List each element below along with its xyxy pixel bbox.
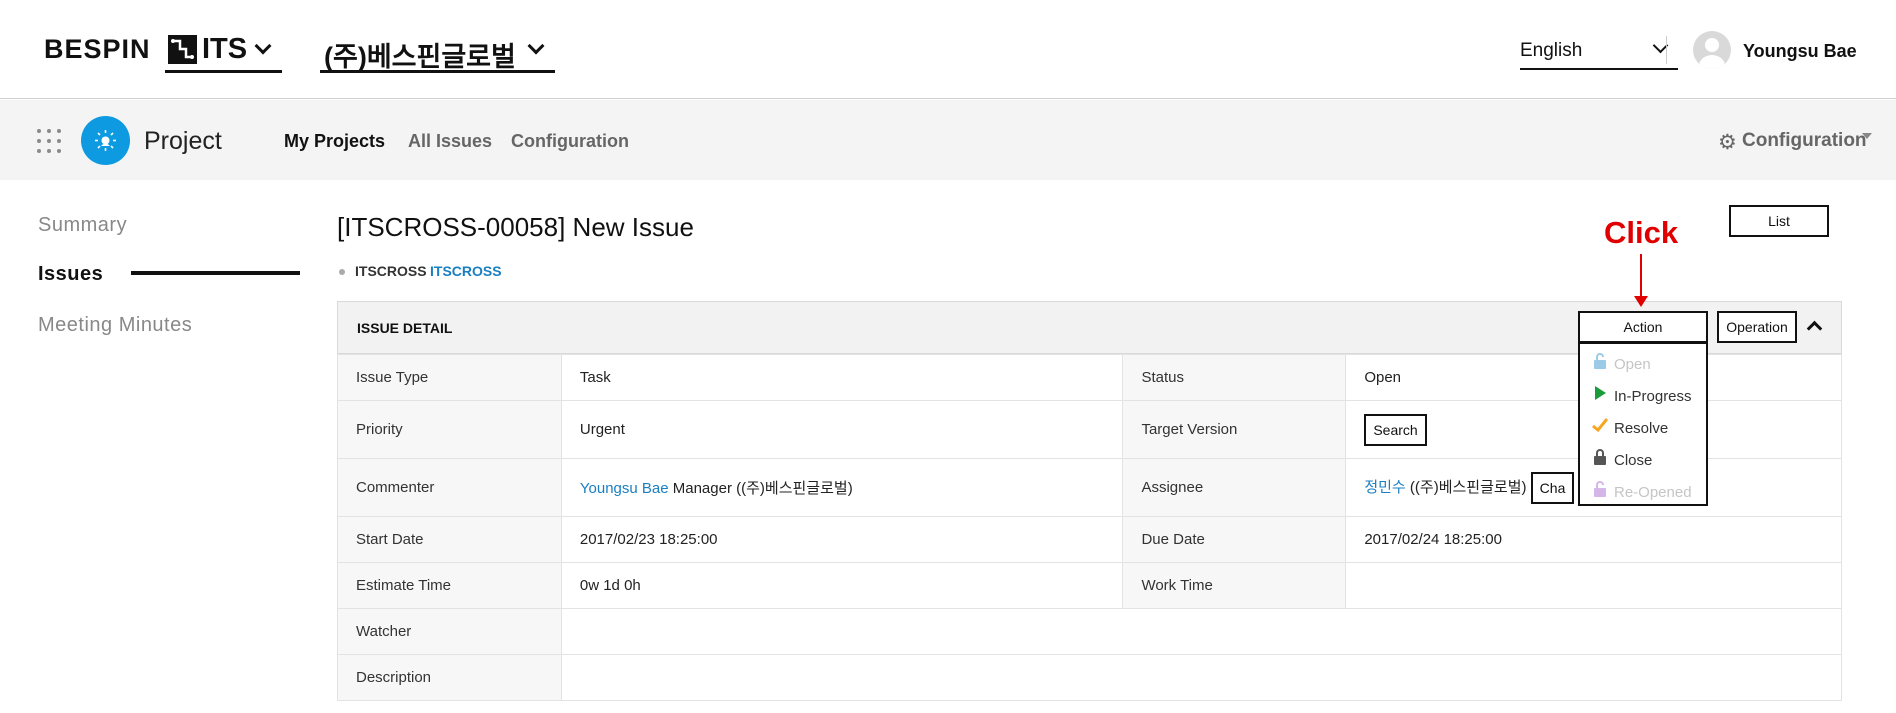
- chevron-down-icon: [527, 37, 545, 55]
- field-label: Watcher: [337, 608, 562, 655]
- active-indicator: [131, 271, 300, 275]
- unlock-icon: [1592, 353, 1608, 373]
- user-name[interactable]: Youngsu Bae: [1743, 41, 1857, 62]
- company-label: (주)베스핀글로벌: [324, 42, 516, 72]
- menu-item-resolve[interactable]: Resolve: [1592, 417, 1668, 437]
- tab-my-projects[interactable]: My Projects: [284, 131, 385, 152]
- commenter-cell: Youngsu Bae Manager ((주)베스핀글로벌): [560, 458, 1124, 517]
- field-label: Start Date: [337, 516, 562, 563]
- page-title: [ITSCROSS-00058] New Issue: [337, 212, 694, 242]
- tab-configuration[interactable]: Configuration: [511, 131, 629, 152]
- company-selector[interactable]: (주)베스핀글로벌: [320, 30, 555, 73]
- avatar[interactable]: [1693, 31, 1731, 69]
- start-date-value: 2017/02/23 18:25:00: [560, 516, 1124, 563]
- service-label: ITS: [202, 33, 248, 65]
- lock-icon: [1592, 449, 1608, 469]
- play-icon: [1592, 385, 1608, 405]
- field-label: Description: [337, 654, 562, 701]
- watcher-value: [560, 608, 1843, 655]
- description-value: [560, 654, 1843, 701]
- field-label: Issue Type: [337, 354, 562, 401]
- gear-icon: ⚙: [1718, 131, 1737, 154]
- top-header: BESPIN ITS (주)베스핀글로벌 English Youngsu Bae: [0, 0, 1896, 99]
- action-button[interactable]: Action: [1578, 311, 1708, 343]
- project-nav: Project My Projects All Issues Configura…: [0, 100, 1896, 180]
- caret-down-icon: [1862, 133, 1872, 139]
- field-label: Assignee: [1122, 458, 1347, 517]
- table-row: Estimate Time 0w 1d 0h Work Time: [337, 562, 1842, 609]
- field-label: Work Time: [1122, 562, 1347, 609]
- priority-value: Urgent: [560, 400, 1124, 459]
- chevron-down-icon: [254, 37, 272, 55]
- assignee-detail: ((주)베스핀글로벌): [1409, 478, 1527, 496]
- language-label: English: [1520, 40, 1583, 61]
- operation-button[interactable]: Operation: [1717, 311, 1797, 343]
- unlock-icon: [1592, 481, 1608, 501]
- menu-item-re-opened: Re-Opened: [1592, 481, 1692, 501]
- configuration-menu[interactable]: Configuration: [1742, 130, 1867, 152]
- menu-item-in-progress[interactable]: In-Progress: [1592, 385, 1692, 405]
- sidebar-item-meeting-minutes[interactable]: Meeting Minutes: [38, 314, 192, 337]
- app-grid-icon[interactable]: [37, 129, 62, 154]
- commenter-detail: Manager ((주)베스핀글로벌): [672, 480, 853, 497]
- check-icon: [1592, 417, 1609, 437]
- field-label: Due Date: [1122, 516, 1347, 563]
- table-row: Description: [337, 654, 1843, 701]
- field-label: Target Version: [1122, 400, 1347, 459]
- field-label: Priority: [337, 400, 562, 459]
- panel-title: ISSUE DETAIL: [357, 320, 453, 336]
- click-annotation-label: Click: [1604, 215, 1679, 250]
- menu-item-label: In-Progress: [1614, 388, 1692, 405]
- action-dropdown: Open In-Progress Resolve Close Re-Opened: [1578, 342, 1708, 506]
- menu-item-label: Resolve: [1614, 420, 1669, 437]
- list-button[interactable]: List: [1729, 205, 1829, 237]
- menu-item-open: Open: [1592, 353, 1651, 373]
- menu-item-close[interactable]: Close: [1592, 449, 1652, 469]
- language-select[interactable]: English: [1520, 34, 1678, 70]
- change-assignee-button[interactable]: Cha: [1530, 471, 1575, 504]
- field-label: Estimate Time: [337, 562, 562, 609]
- due-date-value: 2017/02/24 18:25:00: [1345, 516, 1842, 563]
- estimate-time-value: 0w 1d 0h: [560, 562, 1124, 609]
- breadcrumb-project-link[interactable]: ITSCROSS: [430, 263, 502, 279]
- its-logo-icon: [168, 35, 197, 64]
- service-selector[interactable]: ITS: [165, 30, 282, 73]
- breadcrumb-project-key: ITSCROSS: [355, 263, 427, 279]
- bullet-icon: [339, 269, 345, 275]
- table-row: Start Date 2017/02/23 18:25:00 Due Date …: [337, 516, 1842, 563]
- menu-item-label: Close: [1614, 452, 1653, 469]
- header-divider: [1666, 36, 1667, 64]
- field-label: Commenter: [337, 458, 562, 517]
- bespin-logo[interactable]: BESPIN: [44, 34, 151, 65]
- annotation-arrow: [1640, 254, 1642, 298]
- arrow-down-icon: [1634, 296, 1648, 307]
- assignee-link[interactable]: 정민수: [1364, 478, 1405, 495]
- issue-type-value: Task: [560, 354, 1124, 401]
- table-row: Watcher: [337, 608, 1843, 655]
- menu-item-label: Re-Opened: [1614, 484, 1692, 501]
- commenter-link[interactable]: Youngsu Bae: [580, 480, 669, 497]
- search-button[interactable]: Search: [1364, 413, 1427, 446]
- project-icon: [81, 116, 130, 165]
- work-time-value: [1345, 562, 1842, 609]
- sidebar-item-issues[interactable]: Issues: [38, 263, 103, 286]
- field-label: Status: [1122, 354, 1347, 401]
- sidebar-item-summary[interactable]: Summary: [38, 214, 127, 237]
- project-title: Project: [144, 127, 222, 155]
- menu-item-label: Open: [1614, 356, 1651, 373]
- tab-all-issues[interactable]: All Issues: [408, 131, 492, 152]
